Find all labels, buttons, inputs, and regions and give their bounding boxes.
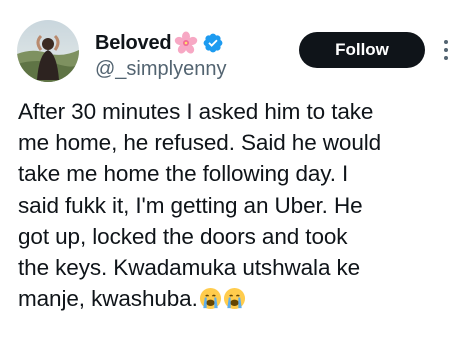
verified-badge-icon: [202, 32, 224, 54]
tweet-body: After 30 minutes I asked him to take me …: [18, 96, 466, 314]
display-name-row: Beloved: [95, 30, 224, 56]
cherry-blossom-icon: [174, 31, 198, 55]
more-dot: [444, 48, 448, 52]
more-dot: [444, 40, 448, 44]
more-vertical-icon[interactable]: [436, 34, 456, 66]
user-handle[interactable]: @_simplyenny: [95, 58, 226, 81]
tweet-text: After 30 minutes I asked him to take me …: [18, 99, 382, 312]
display-name[interactable]: Beloved: [95, 32, 172, 55]
follow-button[interactable]: Follow: [299, 32, 425, 68]
crying-face-icon: [199, 287, 222, 310]
more-dot: [444, 56, 448, 60]
avatar[interactable]: [17, 20, 79, 82]
crying-face-icon: [223, 287, 246, 310]
tweet-header: Beloved @_simplyenny Follow: [0, 0, 468, 100]
